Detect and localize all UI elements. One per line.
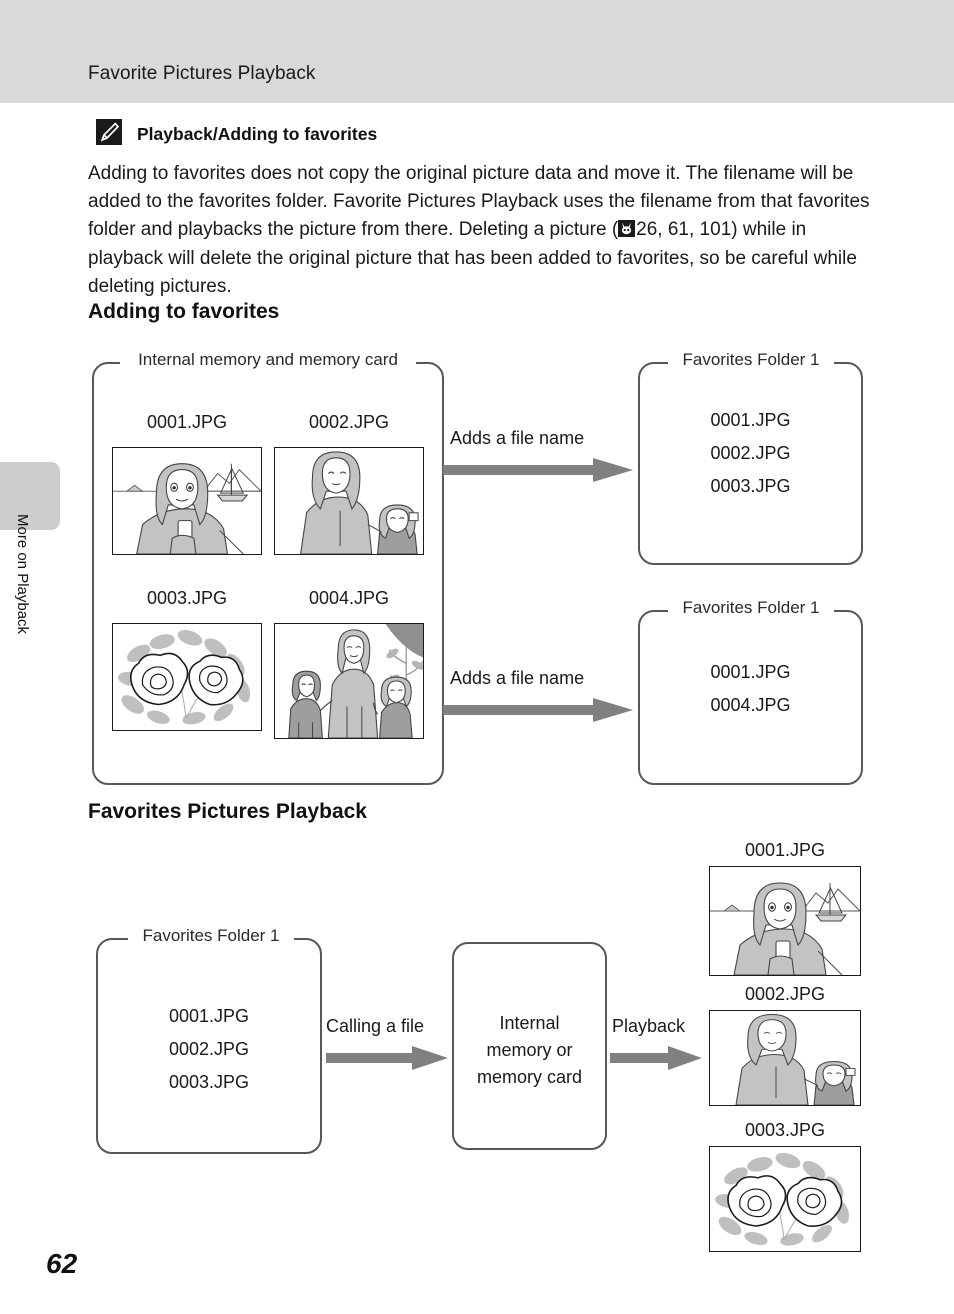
file-entry: 0004.JPG xyxy=(710,695,791,715)
internal-memory-box-text: Internal memory or memory card xyxy=(452,1010,607,1091)
arrow-playback xyxy=(610,1046,702,1074)
page-header-band xyxy=(0,0,954,103)
thumbnail-flowers xyxy=(112,623,262,731)
playback-thumb-caption-0003: 0003.JPG xyxy=(744,1120,826,1140)
favorites-folder-box-1-caption: Favorites Folder 1 xyxy=(682,350,820,369)
thumb-caption-0003: 0003.JPG xyxy=(146,588,228,608)
file-entry: 0002.JPG xyxy=(168,1039,250,1059)
favorites-folder-box-2-caption: Favorites Folder 1 xyxy=(682,598,820,617)
chapter-tab-label-text: More on Playback xyxy=(14,514,31,635)
section-heading-adding-to-favorites: Adding to favorites xyxy=(88,300,280,323)
see-page-icon xyxy=(618,220,636,238)
playback-thumbnail-woman-seascape xyxy=(709,866,861,976)
file-entry: 0001.JPG xyxy=(710,662,791,682)
page-header-title: Favorite Pictures Playback xyxy=(88,63,316,84)
thumb-caption-0004: 0004.JPG xyxy=(308,588,390,608)
playback-favorites-folder-box: Favorites Folder 1 0001.JPG 0002.JPG 000… xyxy=(96,926,322,1154)
section-heading-favorites-pictures-playback: Favorites Pictures Playback xyxy=(88,800,367,823)
playback-thumbnail-woman-child xyxy=(709,1010,861,1106)
internal-memory-line-2: memory or xyxy=(486,1040,573,1060)
thumbnail-family-group xyxy=(274,623,424,739)
favorites-folder-box-2-filelist: 0001.JPG 0004.JPG xyxy=(638,656,863,722)
playback-thumbnail-flowers xyxy=(709,1146,861,1252)
pencil-note-icon xyxy=(96,119,122,145)
chapter-tab-label: More on Playback xyxy=(14,514,31,634)
favorites-folder-box-1-filelist: 0001.JPG 0002.JPG 0003.JPG xyxy=(638,404,863,503)
favorites-folder-box-2: Favorites Folder 1 0001.JPG 0004.JPG xyxy=(638,598,863,785)
arrow-calling-a-file xyxy=(326,1046,448,1074)
arrow-adds-file-name-2 xyxy=(443,698,633,726)
note-body: Adding to favorites does not copy the or… xyxy=(88,160,878,301)
source-memory-box-caption: Internal memory and memory card xyxy=(138,350,398,369)
playback-thumb-caption-0001: 0001.JPG xyxy=(744,840,826,860)
file-entry: 0001.JPG xyxy=(710,410,791,430)
page-number: 62 xyxy=(46,1248,78,1279)
arrow-label-calling-a-file: Calling a file xyxy=(326,1016,425,1036)
file-entry: 0001.JPG xyxy=(168,1006,250,1026)
thumbnail-woman-seascape xyxy=(112,447,262,555)
note-heading: Playback/Adding to favorites xyxy=(137,124,378,144)
arrow-label-playback: Playback xyxy=(612,1016,686,1036)
favorites-folder-box-1: Favorites Folder 1 0001.JPG 0002.JPG 000… xyxy=(638,350,863,565)
arrow-label-adds-file-name-2: Adds a file name xyxy=(450,668,585,688)
file-entry: 0003.JPG xyxy=(710,476,791,496)
thumb-caption-0002: 0002.JPG xyxy=(308,412,390,432)
arrow-adds-file-name-1 xyxy=(443,458,633,486)
playback-favorites-folder-caption: Favorites Folder 1 xyxy=(142,926,280,945)
internal-memory-line-1: Internal xyxy=(499,1013,560,1033)
playback-thumb-caption-0002: 0002.JPG xyxy=(744,984,826,1004)
arrow-label-adds-file-name-1: Adds a file name xyxy=(450,428,585,448)
file-entry: 0003.JPG xyxy=(168,1072,250,1092)
thumbnail-woman-child xyxy=(274,447,424,555)
internal-memory-box: Internal memory or memory card xyxy=(452,942,607,1150)
thumb-caption-0001: 0001.JPG xyxy=(146,412,228,432)
playback-favorites-folder-filelist: 0001.JPG 0002.JPG 0003.JPG xyxy=(96,1000,322,1099)
internal-memory-line-3: memory card xyxy=(476,1067,583,1087)
file-entry: 0002.JPG xyxy=(710,443,791,463)
